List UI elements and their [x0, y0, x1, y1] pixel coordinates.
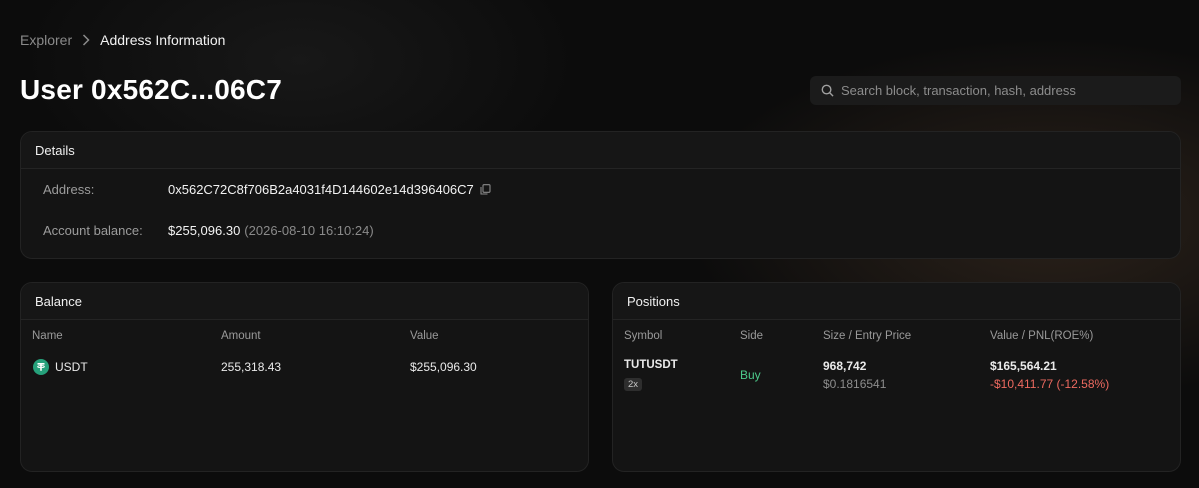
- positions-header: Positions: [613, 283, 1180, 320]
- search-input[interactable]: [841, 83, 1181, 98]
- breadcrumb-explorer-link[interactable]: Explorer: [20, 32, 72, 48]
- positions-col-symbol: Symbol: [624, 330, 663, 342]
- address-row: Address: 0x562C72C8f706B2a4031f4D144602e…: [43, 182, 491, 197]
- positions-col-size: Size / Entry Price: [823, 330, 912, 342]
- balance-header: Balance: [21, 283, 588, 320]
- position-pnl: -$10,411.77 (-12.58%): [990, 377, 1110, 391]
- balance-col-name: Name: [32, 330, 63, 342]
- address-value[interactable]: 0x562C72C8f706B2a4031f4D144602e14d396406…: [168, 182, 474, 197]
- balance-card: Balance Name Amount Value USDT 255,318.4…: [20, 282, 589, 472]
- balance-row-amount: 255,318.43: [221, 360, 282, 374]
- balance-col-value: Value: [410, 330, 439, 342]
- balance-row-name: USDT: [55, 360, 88, 374]
- search-icon: [821, 84, 834, 97]
- positions-col-side: Side: [740, 330, 764, 342]
- positions-col-value: Value / PNL(ROE%): [990, 330, 1094, 342]
- breadcrumb-current: Address Information: [100, 32, 226, 48]
- balance-row-value: $255,096.30: [410, 360, 477, 374]
- details-header: Details: [21, 132, 1180, 169]
- leverage-badge: 2x: [624, 378, 643, 391]
- details-card: Details Address: 0x562C72C8f706B2a4031f4…: [20, 131, 1181, 259]
- address-label: Address:: [43, 182, 95, 197]
- position-entry-price: $0.1816541: [823, 377, 887, 391]
- account-balance-label: Account balance:: [43, 223, 143, 238]
- account-balance-row: Account balance: $255,096.30 (2026-08-10…: [43, 223, 374, 238]
- position-symbol: TUTUSDT: [624, 359, 678, 371]
- search-box[interactable]: [810, 76, 1181, 105]
- position-side: Buy: [740, 368, 761, 382]
- breadcrumb: Explorer Address Information: [20, 31, 225, 49]
- account-balance-value: $255,096.30: [168, 223, 241, 238]
- positions-card: Positions Symbol Side Size / Entry Price…: [612, 282, 1181, 472]
- position-size: 968,742: [823, 359, 867, 373]
- chevron-right-icon: [82, 34, 90, 46]
- account-balance-timestamp: (2026-08-10 16:10:24): [244, 223, 374, 238]
- tether-icon: [33, 359, 49, 375]
- page-title: User 0x562C...06C7: [20, 74, 282, 105]
- balance-col-amount: Amount: [221, 330, 261, 342]
- copy-icon[interactable]: [480, 184, 491, 195]
- position-value: $165,564.21: [990, 359, 1057, 373]
